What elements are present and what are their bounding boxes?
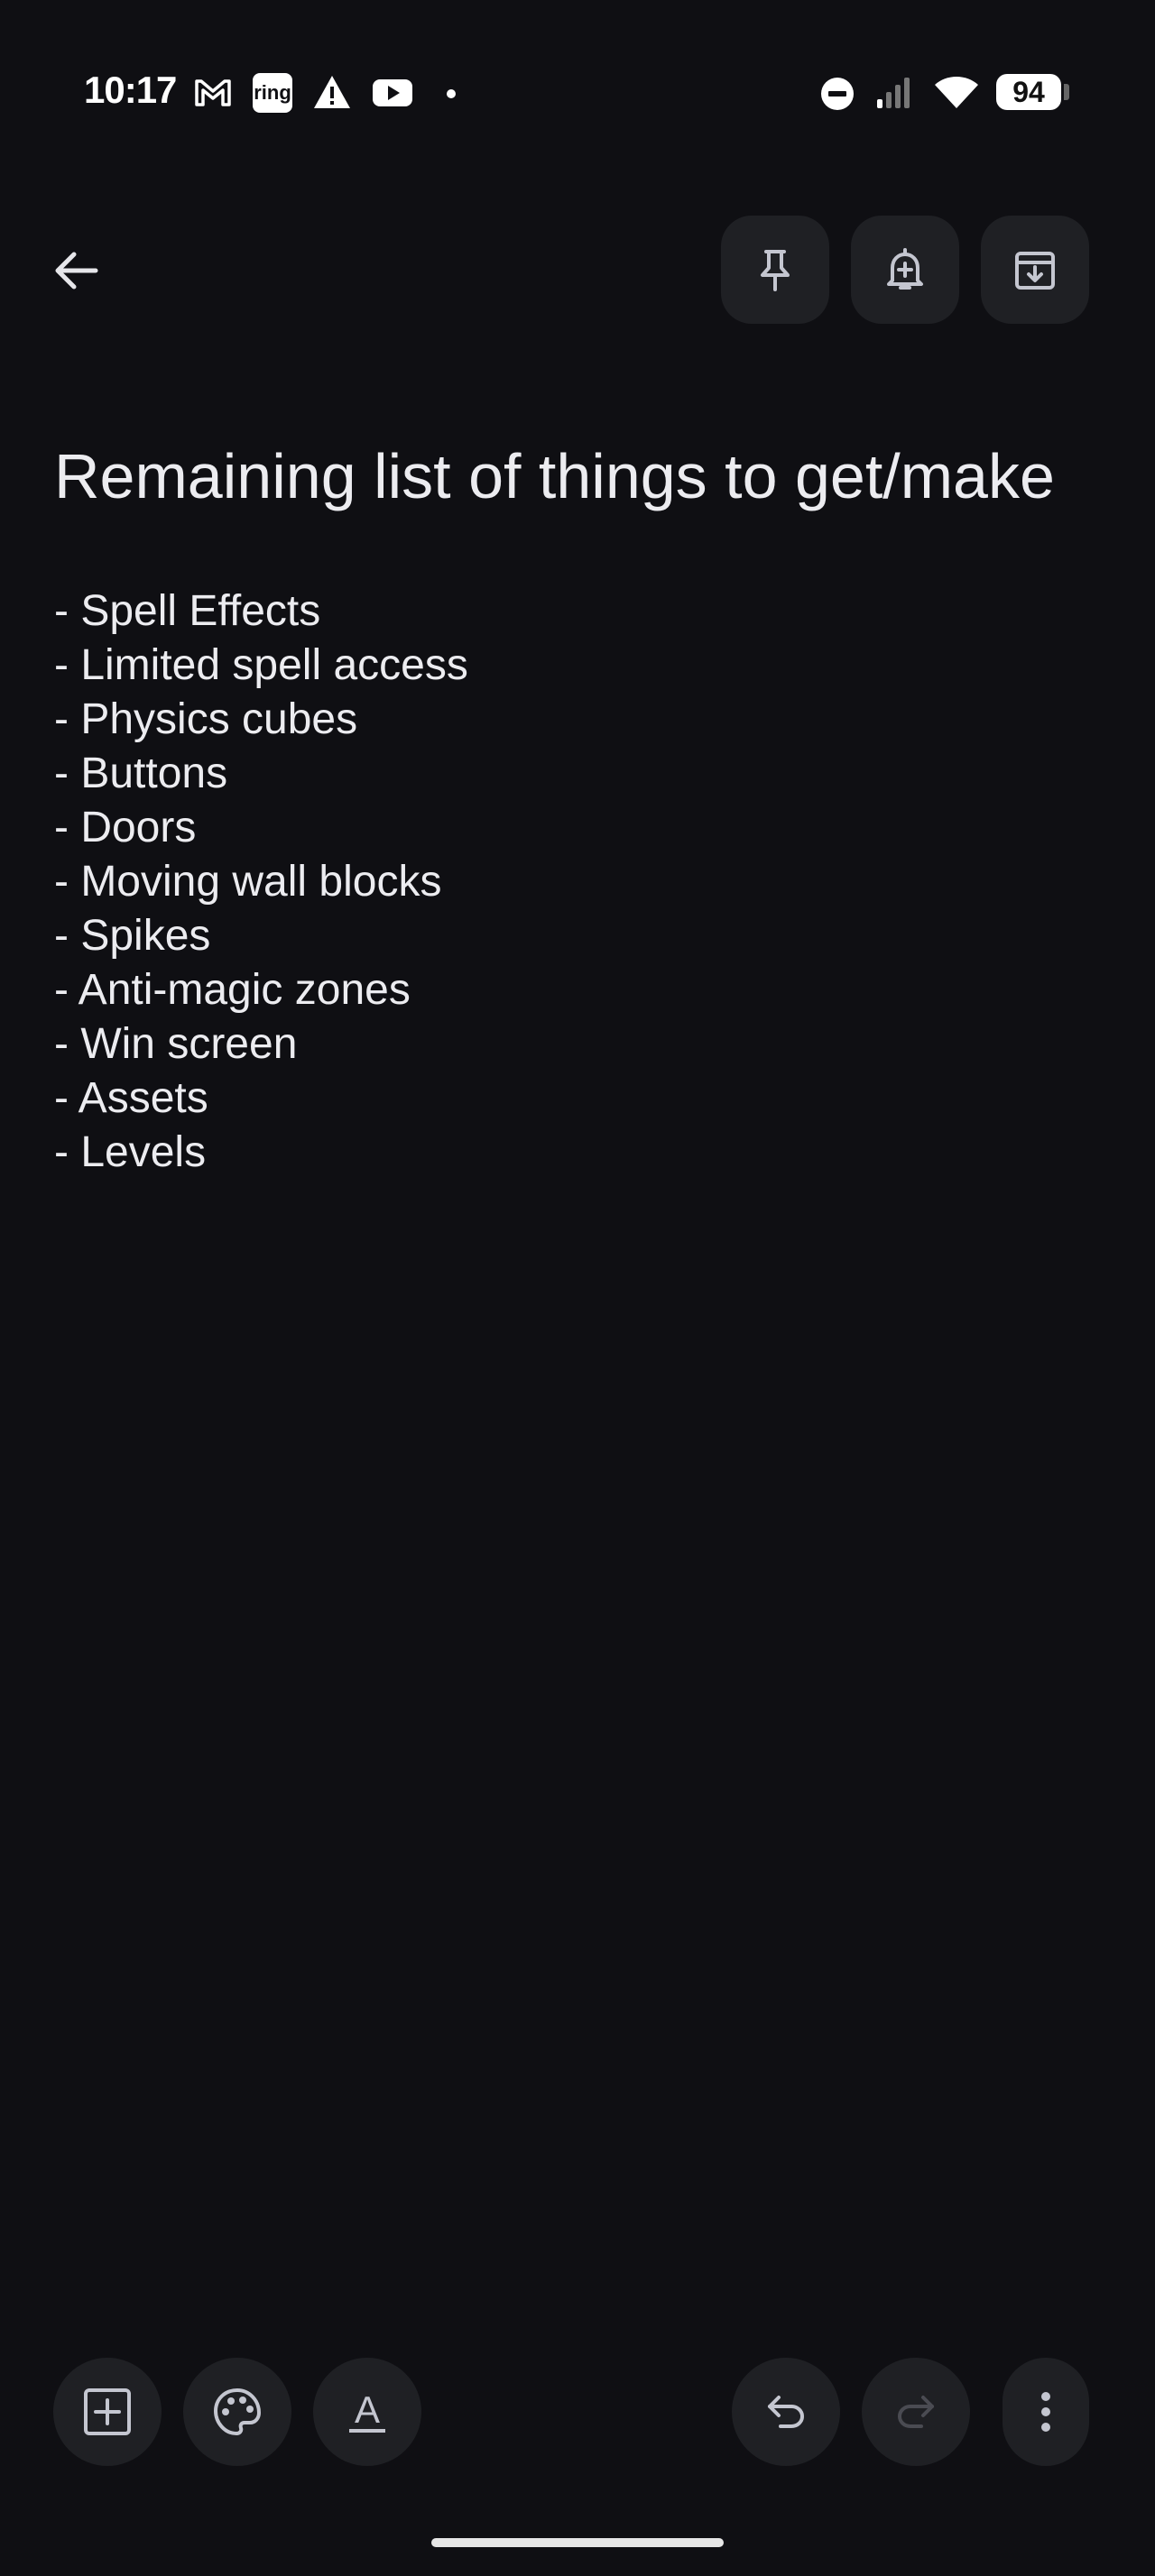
battery-icon: 94 bbox=[996, 74, 1061, 110]
gmail-icon bbox=[195, 79, 231, 106]
reminder-button[interactable] bbox=[851, 216, 959, 324]
status-bar: 10:17 ring 94 bbox=[0, 0, 1155, 180]
add-content-button[interactable] bbox=[53, 2358, 162, 2466]
archive-icon bbox=[1015, 252, 1055, 290]
note-line: - Doors bbox=[54, 804, 197, 851]
note-line: - Physics cubes bbox=[54, 695, 358, 743]
note-body[interactable]: - Spell Effects - Limited spell access -… bbox=[54, 584, 1101, 1180]
do-not-disturb-icon bbox=[821, 78, 854, 110]
back-button[interactable] bbox=[22, 216, 130, 325]
note-line: - Spikes bbox=[54, 912, 211, 960]
text-format-icon: A bbox=[349, 2388, 385, 2433]
note-line: - Moving wall blocks bbox=[54, 858, 442, 906]
archive-button[interactable] bbox=[981, 216, 1089, 324]
note-line: - Spell Effects bbox=[54, 587, 321, 635]
text-format-button[interactable]: A bbox=[313, 2358, 421, 2466]
note-line: - Assets bbox=[54, 1074, 208, 1122]
status-time: 10:17 bbox=[84, 69, 177, 111]
note-line: - Win screen bbox=[54, 1020, 298, 1068]
note-line: - Buttons bbox=[54, 750, 228, 797]
note-line: - Anti-magic zones bbox=[54, 966, 411, 1014]
add-box-icon bbox=[84, 2388, 131, 2435]
redo-icon bbox=[897, 2396, 934, 2428]
note-title[interactable]: Remaining list of things to get/make bbox=[54, 440, 1137, 512]
more-vert-icon bbox=[1041, 2392, 1050, 2432]
dot-icon bbox=[447, 89, 456, 98]
svg-text:A: A bbox=[355, 2388, 380, 2431]
background-options-button[interactable] bbox=[183, 2358, 291, 2466]
battery-nub bbox=[1064, 84, 1069, 100]
more-options-button[interactable] bbox=[1003, 2358, 1089, 2466]
youtube-icon bbox=[373, 79, 412, 106]
back-arrow-icon bbox=[55, 252, 98, 290]
redo-button[interactable] bbox=[862, 2358, 970, 2466]
note-line: - Levels bbox=[54, 1128, 207, 1176]
signal-icon bbox=[877, 78, 910, 108]
ring-icon: ring bbox=[253, 73, 292, 113]
reminder-bell-icon bbox=[887, 248, 923, 290]
gesture-navigation-bar[interactable] bbox=[431, 2538, 724, 2547]
undo-button[interactable] bbox=[732, 2358, 840, 2466]
undo-icon bbox=[768, 2396, 805, 2428]
pin-button[interactable] bbox=[721, 216, 829, 324]
warning-icon bbox=[314, 76, 350, 108]
pin-icon bbox=[761, 250, 790, 291]
note-line: - Limited spell access bbox=[54, 641, 468, 689]
wifi-icon bbox=[935, 77, 978, 108]
palette-icon bbox=[214, 2388, 261, 2435]
